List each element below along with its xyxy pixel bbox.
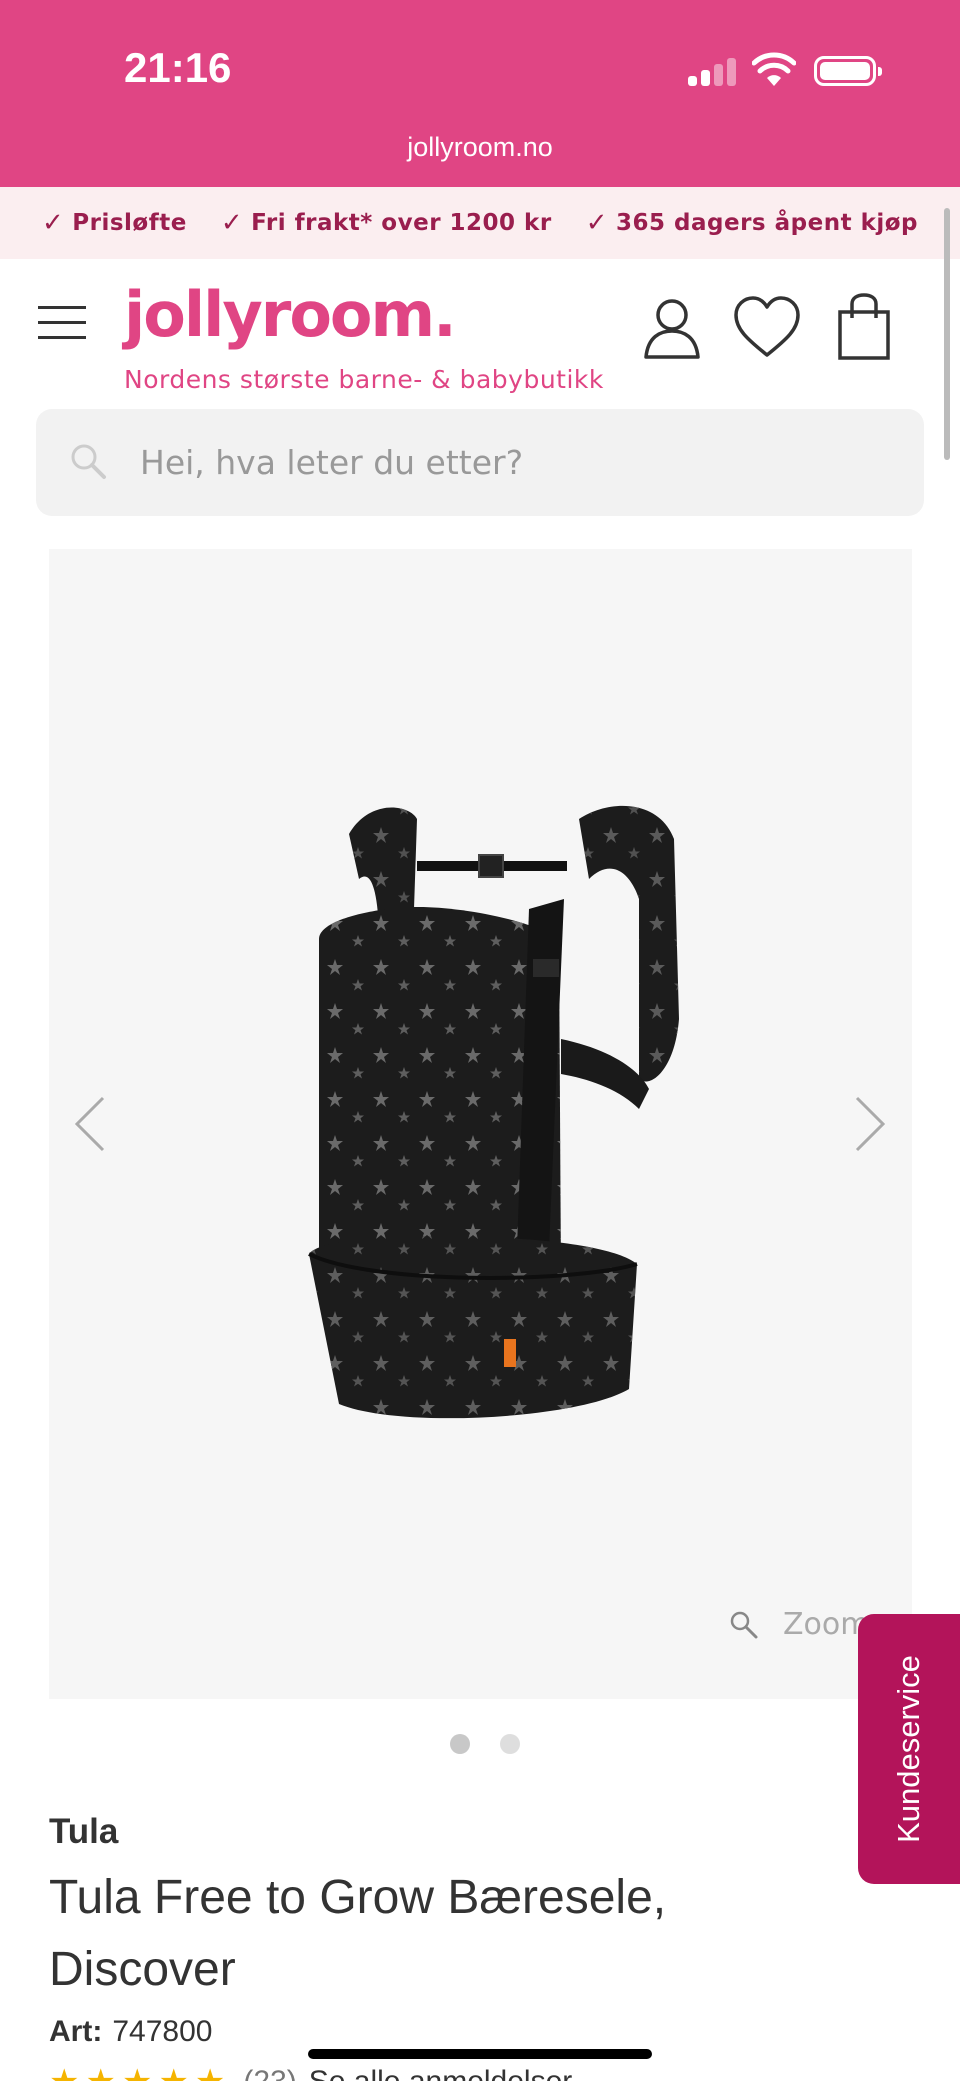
heart-icon[interactable]: [733, 295, 801, 359]
rating-stars: ★★★★★: [49, 2062, 231, 2081]
usp-bar: ✓ Prisløfte ✓ Fri frakt* over 1200 kr ✓ 365…: [0, 187, 960, 259]
product-rating[interactable]: ★★★★★ (23) Se alle anmeldelser: [49, 2062, 572, 2081]
customer-service-tab[interactable]: Kundeservice: [858, 1614, 960, 1884]
pagination-dot-active[interactable]: [450, 1734, 470, 1754]
see-all-reviews-link[interactable]: Se alle anmeldelser: [309, 2065, 572, 2081]
checkmark-icon: ✓: [41, 208, 65, 238]
article-label: Art:: [49, 2015, 103, 2048]
search-input[interactable]: [140, 429, 880, 495]
gallery-pagination: [0, 1734, 960, 1754]
checkmark-icon: ✓: [585, 208, 608, 238]
usp-label: 365 dagers åpent kjøp: [616, 210, 919, 236]
search-icon: [68, 441, 108, 481]
magnifier-icon: [730, 1611, 758, 1638]
shopping-bag-icon[interactable]: [836, 292, 892, 362]
product-image[interactable]: [279, 779, 719, 1449]
chevron-left-icon[interactable]: [71, 1094, 111, 1154]
scrollbar[interactable]: [944, 208, 950, 460]
cellular-signal-icon: [688, 58, 738, 86]
chevron-right-icon[interactable]: [849, 1094, 889, 1154]
customer-service-label: Kundeservice: [891, 1655, 926, 1843]
site-logo[interactable]: jollyroom.: [124, 278, 457, 351]
usp-item: ✓ Fri frakt* over 1200 kr: [221, 208, 552, 238]
zoom-button[interactable]: Zoom: [729, 1607, 869, 1642]
product-brand[interactable]: Tula: [49, 1812, 118, 1852]
usp-item: ✓ Prisløfte: [42, 208, 187, 238]
wifi-icon: [751, 52, 797, 88]
article-value: 747800: [112, 2015, 213, 2048]
status-time: 21:16: [124, 44, 232, 91]
rating-count: (23): [243, 2065, 296, 2081]
zoom-label: Zoom: [783, 1607, 870, 1642]
article-number: Art: 747800: [49, 2015, 212, 2049]
menu-icon[interactable]: [38, 306, 86, 340]
product-gallery[interactable]: Zoom: [49, 549, 912, 1699]
pagination-dot[interactable]: [500, 1734, 520, 1754]
user-icon[interactable]: [642, 295, 702, 359]
search-bar[interactable]: [36, 409, 924, 516]
usp-item: ✓ 365 dagers åpent kjøp: [586, 208, 918, 238]
site-tagline: Nordens største barne- & babybutikk: [124, 365, 604, 394]
status-bar: 21:16 jollyroom.no: [0, 0, 960, 187]
usp-label: Fri frakt* over 1200 kr: [251, 210, 552, 236]
checkmark-icon: ✓: [220, 208, 244, 238]
usp-label: Prisløfte: [72, 210, 187, 236]
product-title: Tula Free to Grow Bæresele, Discover: [49, 1871, 667, 1996]
battery-icon: [814, 56, 882, 86]
browser-url[interactable]: jollyroom.no: [0, 132, 960, 163]
home-indicator[interactable]: [308, 2049, 652, 2059]
